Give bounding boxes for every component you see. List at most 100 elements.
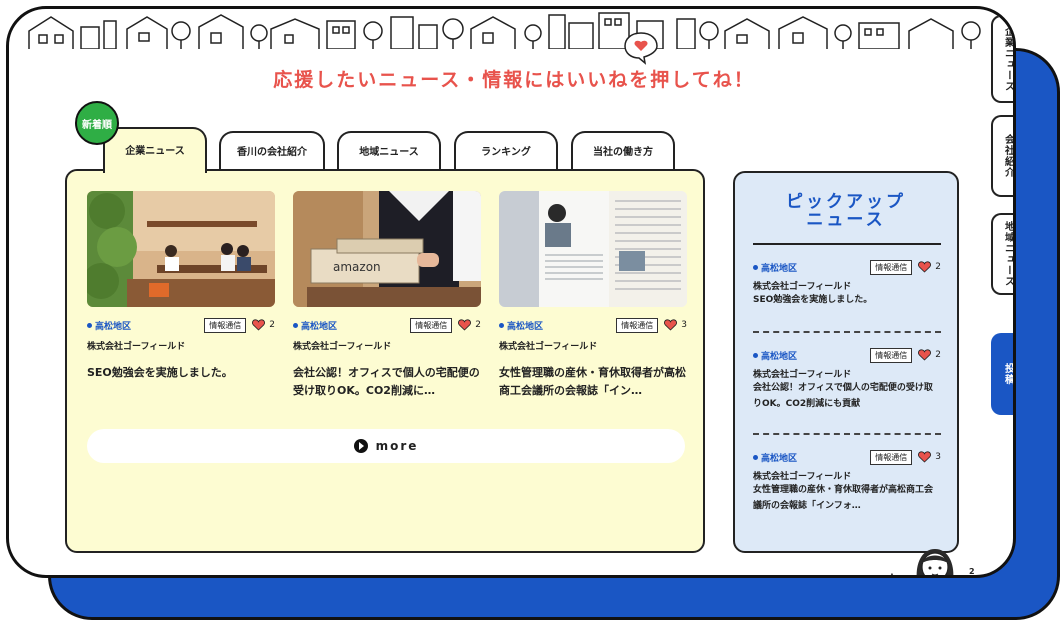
tab-ranking[interactable]: ランキング xyxy=(454,131,558,171)
magazine-article-photo xyxy=(499,191,687,307)
area-label: 高松地区 xyxy=(87,319,131,332)
side-tab-local-news[interactable]: 地域ニュース xyxy=(991,213,1014,295)
like-heart-icon[interactable] xyxy=(918,451,932,463)
area-label: 高松地区 xyxy=(499,319,543,332)
pickup-title: ピックアップ ニュース xyxy=(735,193,957,229)
side-tab-post[interactable]: 投稿 xyxy=(991,333,1014,415)
area-text: 高松地区 xyxy=(761,453,798,464)
area-dot-icon xyxy=(753,264,758,270)
area-dot-icon xyxy=(753,454,758,460)
category-tag: 情報通信 xyxy=(870,347,913,363)
tab-company-news[interactable]: 企業ニュース xyxy=(103,127,207,173)
tab-label: 地域ニュース xyxy=(359,146,419,158)
side-tab-label: 投稿 xyxy=(1002,363,1014,385)
girl-character-illustration xyxy=(916,549,954,575)
news-title[interactable]: SEO勉強会を実施しました。 xyxy=(87,364,275,382)
category-tag: 情報通信 xyxy=(870,449,913,465)
like-heart-icon[interactable] xyxy=(664,319,678,331)
company-name: 株式会社ゴーフィールド xyxy=(753,370,852,380)
card-meta: 高松地区 情報通信 2 xyxy=(753,259,941,275)
tab-local-news[interactable]: 地域ニュース xyxy=(337,131,441,171)
area-dot-icon xyxy=(293,322,298,328)
main-card: 応援したいニュース・情報にはいいねを押してね！ 新着順 企業ニュース 香川の会社… xyxy=(6,6,1016,578)
area-label: 高松地区 xyxy=(293,319,337,332)
card-meta: 高松地区 情報通信 3 xyxy=(499,317,687,333)
like-heart-icon[interactable] xyxy=(918,349,932,361)
area-text: 高松地区 xyxy=(761,263,798,274)
area-dot-icon xyxy=(499,322,504,328)
category-tag: 情報通信 xyxy=(204,317,247,333)
package-brand-text: amazon xyxy=(333,260,381,274)
package-delivery-photo: amazon xyxy=(293,191,481,307)
area-dot-icon xyxy=(753,352,758,358)
news-panel: 高松地区 情報通信 2 株式会社ゴーフィールド SEO勉強会を実施しました。 a… xyxy=(65,169,705,553)
like-heart-icon[interactable] xyxy=(458,319,472,331)
tab-label: 企業ニュース xyxy=(125,145,185,157)
pickup-item[interactable]: 高松地区 情報通信 2 株式会社ゴーフィールド SEO勉強会を実施しました。 xyxy=(753,259,941,308)
corner-mark-right: 2 xyxy=(969,567,975,576)
area-text: 高松地区 xyxy=(301,321,338,332)
divider xyxy=(753,433,941,435)
like-count: 2 xyxy=(475,320,481,330)
area-text: 高松地区 xyxy=(507,321,544,332)
company-name: 株式会社ゴーフィールド xyxy=(293,342,392,352)
like-count: 3 xyxy=(935,452,941,462)
more-button[interactable]: more xyxy=(87,429,685,463)
company-name: 株式会社ゴーフィールド xyxy=(499,342,598,352)
like-count: 2 xyxy=(269,320,275,330)
news-title[interactable]: SEO勉強会を実施しました。 xyxy=(753,292,941,308)
area-label: 高松地区 xyxy=(753,261,797,274)
town-skyline-illustration xyxy=(28,12,981,49)
news-card[interactable]: amazon 高松地区 情報通信 2 株式会社ゴーフィールド 会社公認！オフィス… xyxy=(293,191,481,400)
news-title[interactable]: 会社公認！オフィスで個人の宅配便の受け取りOK。CO2削減にも貢献 xyxy=(753,380,941,412)
like-heart-icon[interactable] xyxy=(918,261,932,273)
area-text: 高松地区 xyxy=(761,351,798,362)
pickup-title-line1: ピックアップ xyxy=(786,192,906,212)
more-label: more xyxy=(375,439,419,453)
category-tag: 情報通信 xyxy=(410,317,453,333)
company-name: 株式会社ゴーフィールド xyxy=(753,282,852,292)
area-label: 高松地区 xyxy=(753,349,797,362)
tab-kagawa-companies[interactable]: 香川の会社紹介 xyxy=(219,131,325,171)
tab-label: ランキング xyxy=(481,146,531,158)
company-name: 株式会社ゴーフィールド xyxy=(753,472,852,482)
area-dot-icon xyxy=(87,322,92,328)
side-tab-company-news[interactable]: 企業ニュース xyxy=(991,15,1014,103)
category-tag: 情報通信 xyxy=(870,259,913,275)
side-tab-label: 会社紹介 xyxy=(1002,134,1014,178)
pickup-news-panel: ピックアップ ニュース 高松地区 情報通信 2 株式会社ゴーフィールド SEO勉… xyxy=(733,171,959,553)
corner-mark-left: ∧ xyxy=(889,571,895,578)
sort-newest-badge[interactable]: 新着順 xyxy=(75,101,119,145)
pickup-item[interactable]: 高松地区 情報通信 2 株式会社ゴーフィールド 会社公認！オフィスで個人の宅配便… xyxy=(753,347,941,412)
tab-work-style[interactable]: 当社の働き方 xyxy=(571,131,675,171)
like-count: 2 xyxy=(935,350,941,360)
speech-bubble-heart-icon xyxy=(624,32,658,65)
like-count: 2 xyxy=(935,262,941,272)
like-count: 3 xyxy=(681,320,687,330)
tab-label: 当社の働き方 xyxy=(593,146,653,158)
news-title[interactable]: 女性管理職の産休・育休取得者が高松商工会議所の会報誌「イン… xyxy=(499,364,687,400)
tab-label: 香川の会社紹介 xyxy=(237,146,307,158)
pickup-item[interactable]: 高松地区 情報通信 3 株式会社ゴーフィールド 女性管理職の産休・育休取得者が高… xyxy=(753,449,941,514)
divider xyxy=(753,243,941,245)
category-tag: 情報通信 xyxy=(616,317,659,333)
divider xyxy=(753,331,941,333)
pickup-title-line2: ニュース xyxy=(806,210,886,230)
office-meeting-photo xyxy=(87,191,275,307)
side-tab-label: 企業ニュース xyxy=(1002,26,1014,92)
side-tab-label: 地域ニュース xyxy=(1002,221,1014,287)
play-circle-icon xyxy=(353,439,368,453)
news-title[interactable]: 女性管理職の産休・育休取得者が高松商工会議所の会報誌「インフォ… xyxy=(753,482,941,514)
company-name: 株式会社ゴーフィールド xyxy=(87,342,186,352)
area-text: 高松地区 xyxy=(95,321,132,332)
like-heart-icon[interactable] xyxy=(252,319,266,331)
side-tab-company-intro[interactable]: 会社紹介 xyxy=(991,115,1014,197)
card-meta: 高松地区 情報通信 2 xyxy=(753,347,941,363)
news-card[interactable]: 高松地区 情報通信 2 株式会社ゴーフィールド SEO勉強会を実施しました。 xyxy=(87,191,275,382)
news-title[interactable]: 会社公認！オフィスで個人の宅配便の受け取りOK。CO2削減に… xyxy=(293,364,481,400)
card-meta: 高松地区 情報通信 3 xyxy=(753,449,941,465)
area-label: 高松地区 xyxy=(753,451,797,464)
card-meta: 高松地区 情報通信 2 xyxy=(87,317,275,333)
page-headline: 応援したいニュース・情報にはいいねを押してね！ xyxy=(273,69,755,91)
news-card[interactable]: 高松地区 情報通信 3 株式会社ゴーフィールド 女性管理職の産休・育休取得者が高… xyxy=(499,191,687,400)
